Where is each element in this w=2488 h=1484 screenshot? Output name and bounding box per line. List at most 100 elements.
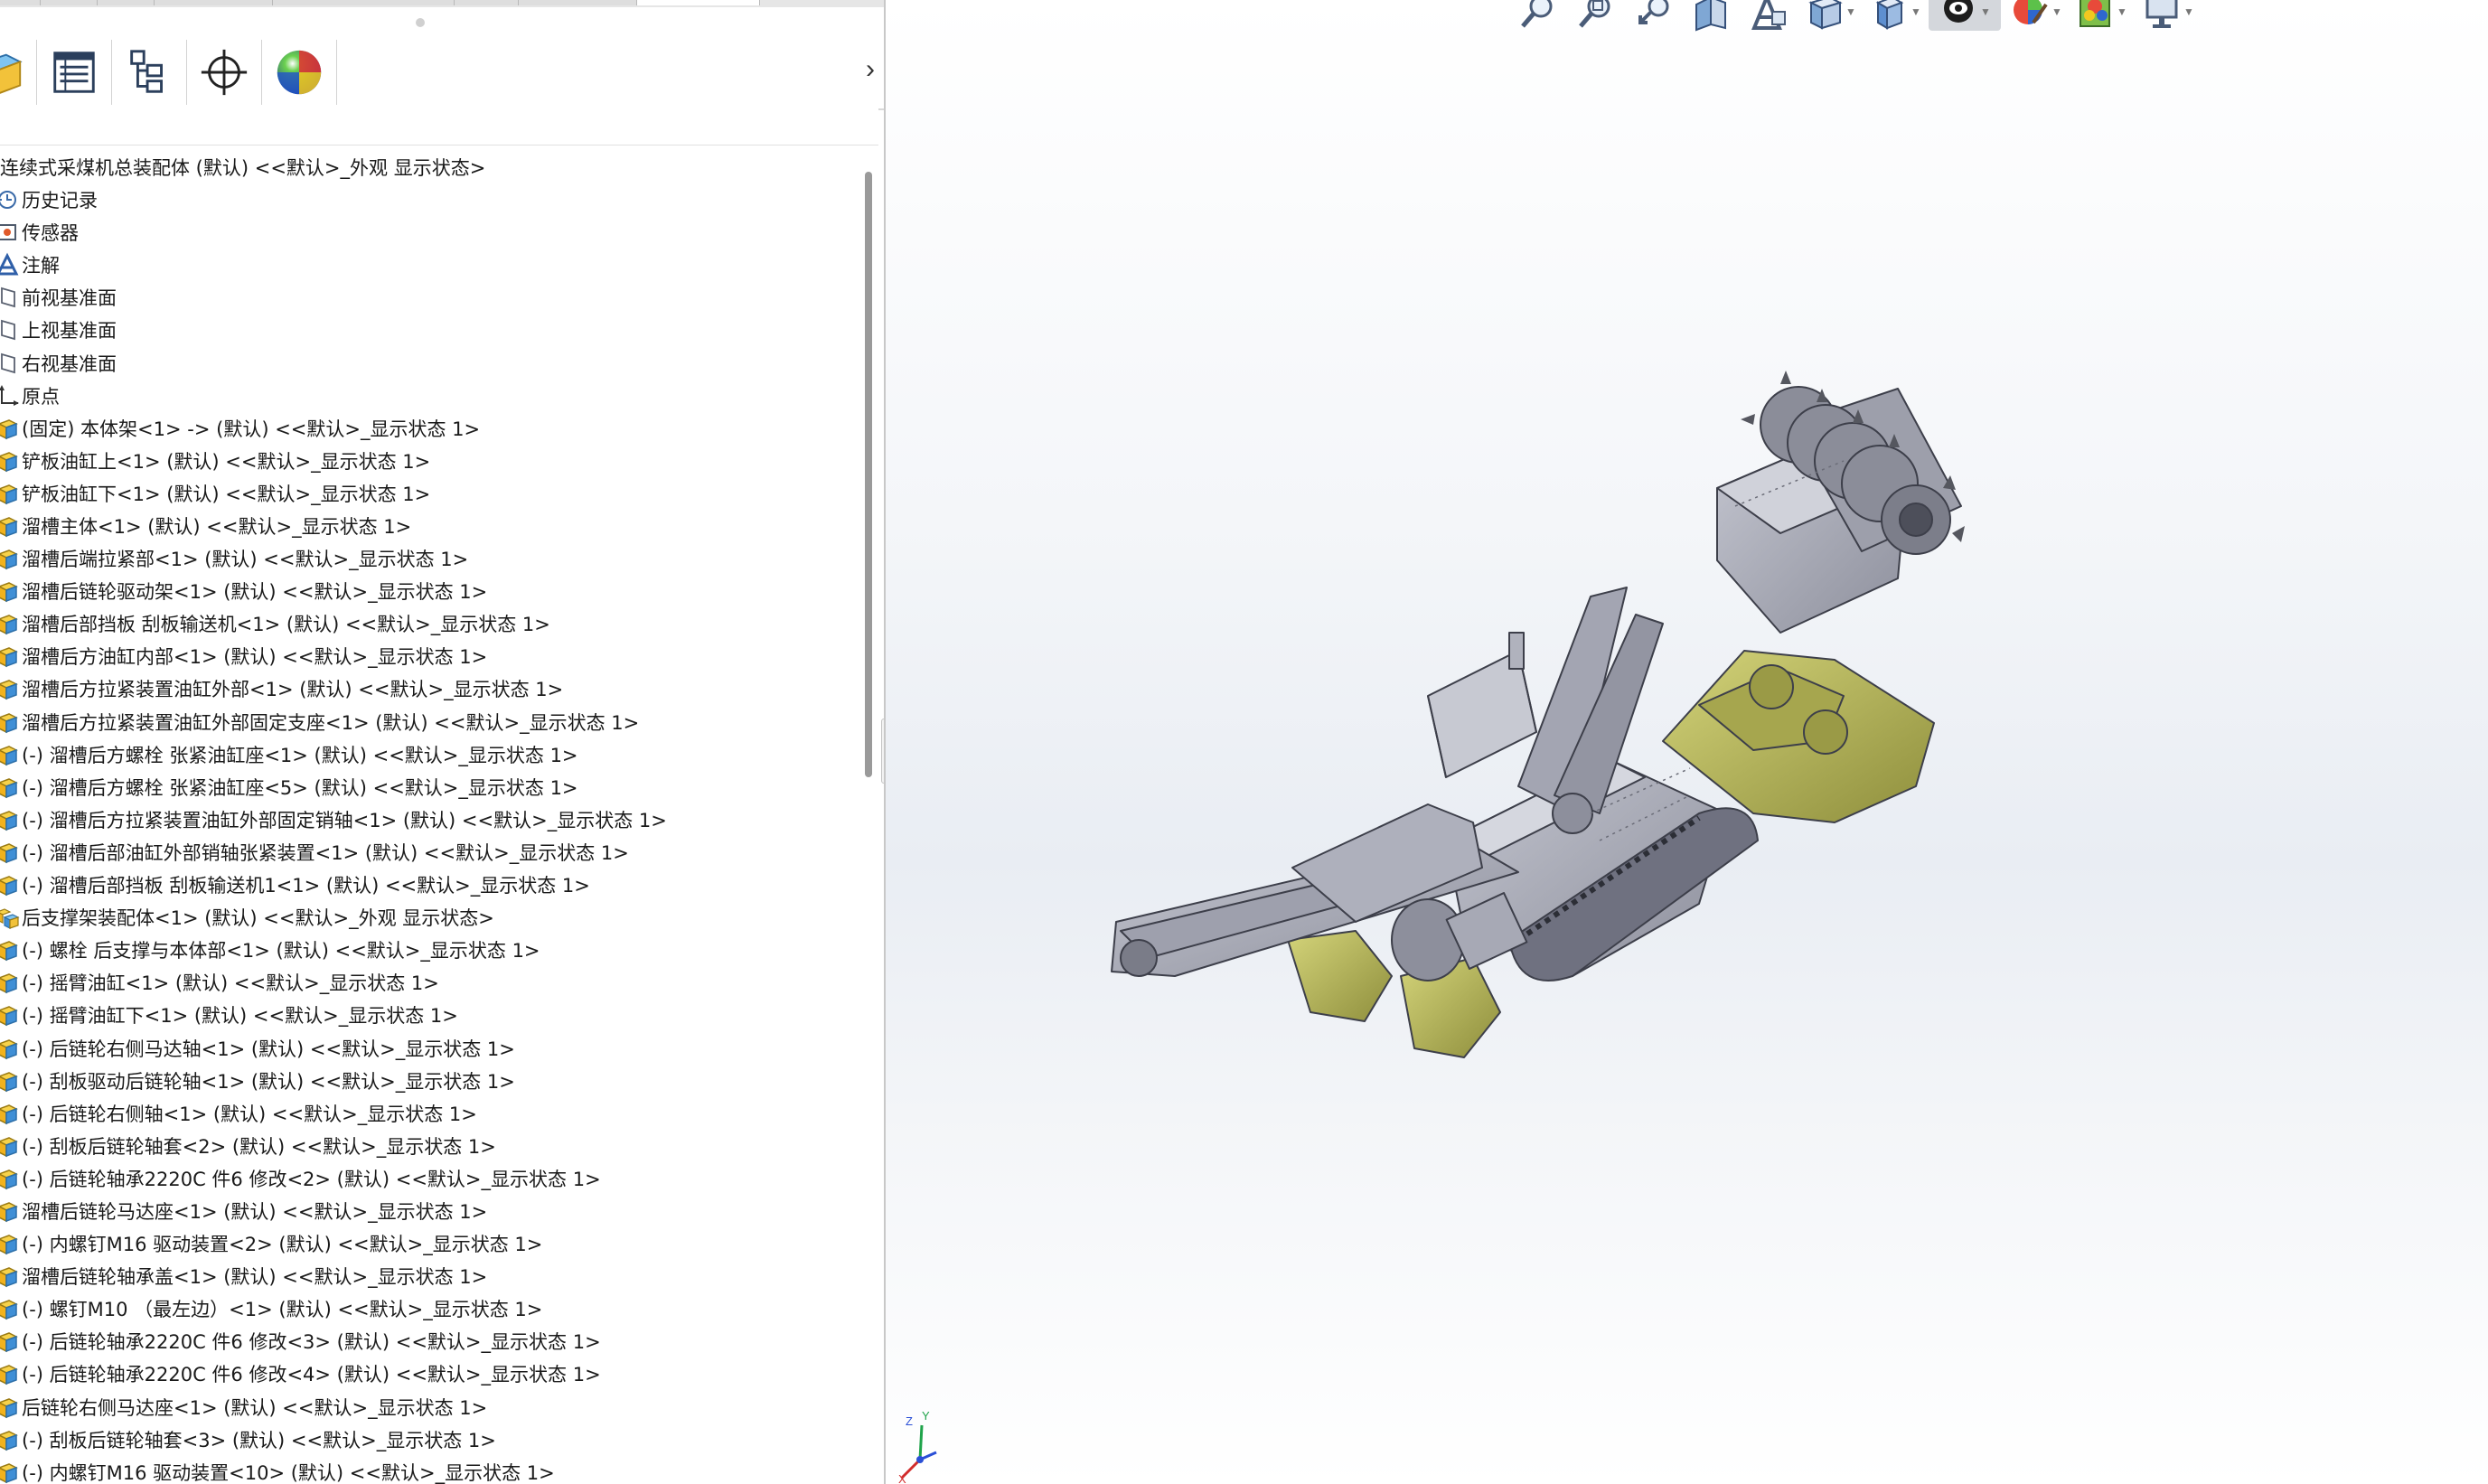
part-icon (0, 676, 20, 701)
panel-tab-active[interactable] (637, 0, 760, 5)
tree-item[interactable]: (-) 内螺钉M16 驱动装置<10> (默认) <<默认>_显示状态 1> (0, 1456, 868, 1484)
part-icon (0, 546, 20, 571)
tree-item[interactable]: (-) 刮板后链轮轴套<3> (默认) <<默认>_显示状态 1> (0, 1423, 868, 1456)
tree-item-label: 溜槽后方拉紧装置油缸外部固定支座<1> (默认) <<默认>_显示状态 1> (22, 711, 640, 734)
panel-tab[interactable] (41, 0, 98, 5)
tree-item[interactable]: 右视基准面 (0, 347, 868, 380)
tree-item[interactable]: (-) 后链轮轴承2220C 件6 修改<2> (默认) <<默认>_显示状态 … (0, 1162, 868, 1195)
part-icon (0, 643, 20, 669)
continuous-miner-3d-model[interactable] (886, 0, 2488, 1484)
gathering-star-right (1803, 709, 1848, 755)
tree-item[interactable]: 铲板油缸上<1> (默认) <<默认>_显示状态 1> (0, 445, 868, 477)
tree-item[interactable]: 前视基准面 (0, 281, 868, 314)
tree-scrollbar[interactable] (865, 172, 872, 777)
tree-item[interactable]: 溜槽后链轮轴承盖<1> (默认) <<默认>_显示状态 1> (0, 1260, 868, 1292)
part-icon (0, 1361, 20, 1386)
part-icon (0, 1133, 20, 1159)
configuration-tree-icon (130, 50, 163, 93)
tree-item[interactable]: 溜槽后方拉紧装置油缸外部固定支座<1> (默认) <<默认>_显示状态 1> (0, 706, 868, 738)
dimxpert-tab[interactable] (187, 40, 262, 105)
tree-item[interactable]: (-) 螺栓 后支撑与本体部<1> (默认) <<默认>_显示状态 1> (0, 934, 868, 966)
tree-item[interactable]: (固定) 本体架<1> -> (默认) <<默认>_显示状态 1> (0, 412, 868, 445)
assembly-icon (0, 905, 20, 930)
tree-item[interactable]: 后链轮右侧马达座<1> (默认) <<默认>_显示状态 1> (0, 1391, 868, 1423)
part-icon (0, 1101, 20, 1126)
part-icon (0, 1427, 20, 1452)
tree-item[interactable]: 后支撑架装配体<1> (默认) <<默认>_外观 显示状态> (0, 901, 868, 934)
tree-item-label: 后支撑架装配体<1> (默认) <<默认>_外观 显示状态> (22, 907, 494, 930)
graphics-viewport[interactable]: ▼ ▼ ▼ ▼ ▼ ▼ Y Z X (886, 0, 2488, 1484)
panel-tab[interactable] (155, 0, 273, 5)
tree-item[interactable]: 历史记录 (0, 183, 868, 216)
configurationmanager-tab[interactable] (112, 40, 187, 105)
tree-item[interactable]: 原点 (0, 380, 868, 412)
tree-item[interactable]: (-) 溜槽后方螺栓 张紧油缸座<5> (默认) <<默认>_显示状态 1> (0, 771, 868, 803)
part-icon (0, 513, 20, 539)
part-cube-icon (0, 53, 23, 94)
part-icon (0, 937, 20, 963)
tree-item-label: 溜槽后方油缸内部<1> (默认) <<默认>_显示状态 1> (22, 646, 488, 669)
tree-item-label: (-) 内螺钉M16 驱动装置<10> (默认) <<默认>_显示状态 1> (22, 1461, 555, 1484)
tree-item[interactable]: 上视基准面 (0, 314, 868, 346)
part-icon (0, 709, 20, 735)
tree-item[interactable]: (-) 后链轮轴承2220C 件6 修改<4> (默认) <<默认>_显示状态 … (0, 1357, 868, 1390)
property-list-icon (53, 52, 95, 93)
tree-item[interactable]: (-) 刮板驱动后链轮轴<1> (默认) <<默认>_显示状态 1> (0, 1065, 868, 1097)
panel-tab[interactable] (273, 0, 455, 5)
tree-root-assembly[interactable]: 连续式采煤机总装配体 (默认) <<默认>_外观 显示状态> (0, 151, 868, 183)
tree-item-label: (-) 溜槽后方螺栓 张紧油缸座<1> (默认) <<默认>_显示状态 1> (22, 744, 578, 766)
tree-item[interactable]: (-) 内螺钉M16 驱动装置<2> (默认) <<默认>_显示状态 1> (0, 1227, 868, 1260)
tree-item[interactable]: (-) 后链轮右侧马达轴<1> (默认) <<默认>_显示状态 1> (0, 1032, 868, 1065)
tree-item[interactable]: (-) 后链轮右侧轴<1> (默认) <<默认>_显示状态 1> (0, 1097, 868, 1130)
tree-item[interactable]: 溜槽后方油缸内部<1> (默认) <<默认>_显示状态 1> (0, 640, 868, 672)
tree-item-label: 溜槽后部挡板 刮板输送机<1> (默认) <<默认>_显示状态 1> (22, 614, 550, 636)
tree-item-label: (-) 后链轮右侧马达轴<1> (默认) <<默认>_显示状态 1> (22, 1038, 515, 1060)
tree-item[interactable]: 溜槽后链轮驱动架<1> (默认) <<默认>_显示状态 1> (0, 575, 868, 607)
propertymanager-tab[interactable] (37, 40, 112, 105)
panel-resize-grip[interactable] (416, 18, 425, 27)
tree-item[interactable]: 溜槽后链轮马达座<1> (默认) <<默认>_显示状态 1> (0, 1195, 868, 1227)
tree-item[interactable]: (-) 摇臂油缸<1> (默认) <<默认>_显示状态 1> (0, 966, 868, 999)
part-icon (0, 840, 20, 865)
tree-item[interactable]: (-) 溜槽后方螺栓 张紧油缸座<1> (默认) <<默认>_显示状态 1> (0, 738, 868, 771)
tree-item[interactable]: (-) 刮板后链轮轴套<2> (默认) <<默认>_显示状态 1> (0, 1130, 868, 1162)
tree-item[interactable]: 注解 (0, 249, 868, 281)
part-icon (0, 1166, 20, 1191)
tree-item-label: (-) 内螺钉M16 驱动装置<2> (默认) <<默认>_显示状态 1> (22, 1234, 543, 1256)
tree-filter-input[interactable] (7, 114, 869, 139)
tree-item[interactable]: (-) 溜槽后方拉紧装置油缸外部固定销轴<1> (默认) <<默认>_显示状态 … (0, 803, 868, 836)
tree-filter-box[interactable] (0, 108, 878, 146)
part-icon (0, 1395, 20, 1420)
crosshair-icon (201, 49, 248, 96)
plane-icon (0, 351, 20, 376)
display-manager-tab[interactable] (262, 40, 337, 105)
tree-item-label: 溜槽后链轮驱动架<1> (默认) <<默认>_显示状态 1> (22, 581, 488, 604)
tree-item[interactable]: (-) 后链轮轴承2220C 件6 修改<3> (默认) <<默认>_显示状态 … (0, 1325, 868, 1357)
tree-item-label: 溜槽后链轮轴承盖<1> (默认) <<默认>_显示状态 1> (22, 1266, 488, 1289)
tree-item[interactable]: 传感器 (0, 216, 868, 249)
panel-tab[interactable] (455, 0, 519, 5)
panel-tab[interactable] (98, 0, 155, 5)
tree-item-label: 溜槽后端拉紧部<1> (默认) <<默认>_显示状态 1> (22, 549, 469, 571)
tree-item-label: (-) 后链轮右侧轴<1> (默认) <<默认>_显示状态 1> (22, 1103, 477, 1125)
part-icon (0, 1068, 20, 1094)
tree-item[interactable]: 溜槽后端拉紧部<1> (默认) <<默认>_显示状态 1> (0, 542, 868, 575)
tree-item[interactable]: (-) 溜槽后部挡板 刮板输送机1<1> (默认) <<默认>_显示状态 1> (0, 869, 868, 901)
panel-tab[interactable] (519, 0, 637, 5)
tree-item[interactable]: 溜槽后方拉紧装置油缸外部<1> (默认) <<默认>_显示状态 1> (0, 672, 868, 705)
tree-item[interactable]: (-) 摇臂油缸下<1> (默认) <<默认>_显示状态 1> (0, 999, 868, 1031)
tree-item[interactable]: 溜槽后部挡板 刮板输送机<1> (默认) <<默认>_显示状态 1> (0, 607, 868, 640)
triad-z-label: Z (906, 1414, 913, 1428)
tree-item-label: (-) 刮板后链轮轴套<3> (默认) <<默认>_显示状态 1> (22, 1429, 496, 1451)
featuremanager-tab[interactable] (0, 40, 37, 105)
tree-item-label: (-) 刮板驱动后链轮轴<1> (默认) <<默认>_显示状态 1> (22, 1070, 515, 1093)
panel-expand-arrow-icon[interactable]: › (866, 54, 875, 85)
part-icon (0, 1231, 20, 1256)
tree-item-label: (-) 刮板后链轮轴套<2> (默认) <<默认>_显示状态 1> (22, 1135, 496, 1158)
panel-tab[interactable] (0, 0, 41, 5)
tree-item[interactable]: 溜槽主体<1> (默认) <<默认>_显示状态 1> (0, 510, 868, 542)
tree-item[interactable]: (-) 螺钉M10 （最左边）<1> (默认) <<默认>_显示状态 1> (0, 1292, 868, 1325)
tree-item[interactable]: (-) 溜槽后部油缸外部销轴张紧装置<1> (默认) <<默认>_显示状态 1> (0, 836, 868, 869)
tree-item[interactable]: 铲板油缸下<1> (默认) <<默认>_显示状态 1> (0, 477, 868, 510)
part-icon (0, 481, 20, 506)
